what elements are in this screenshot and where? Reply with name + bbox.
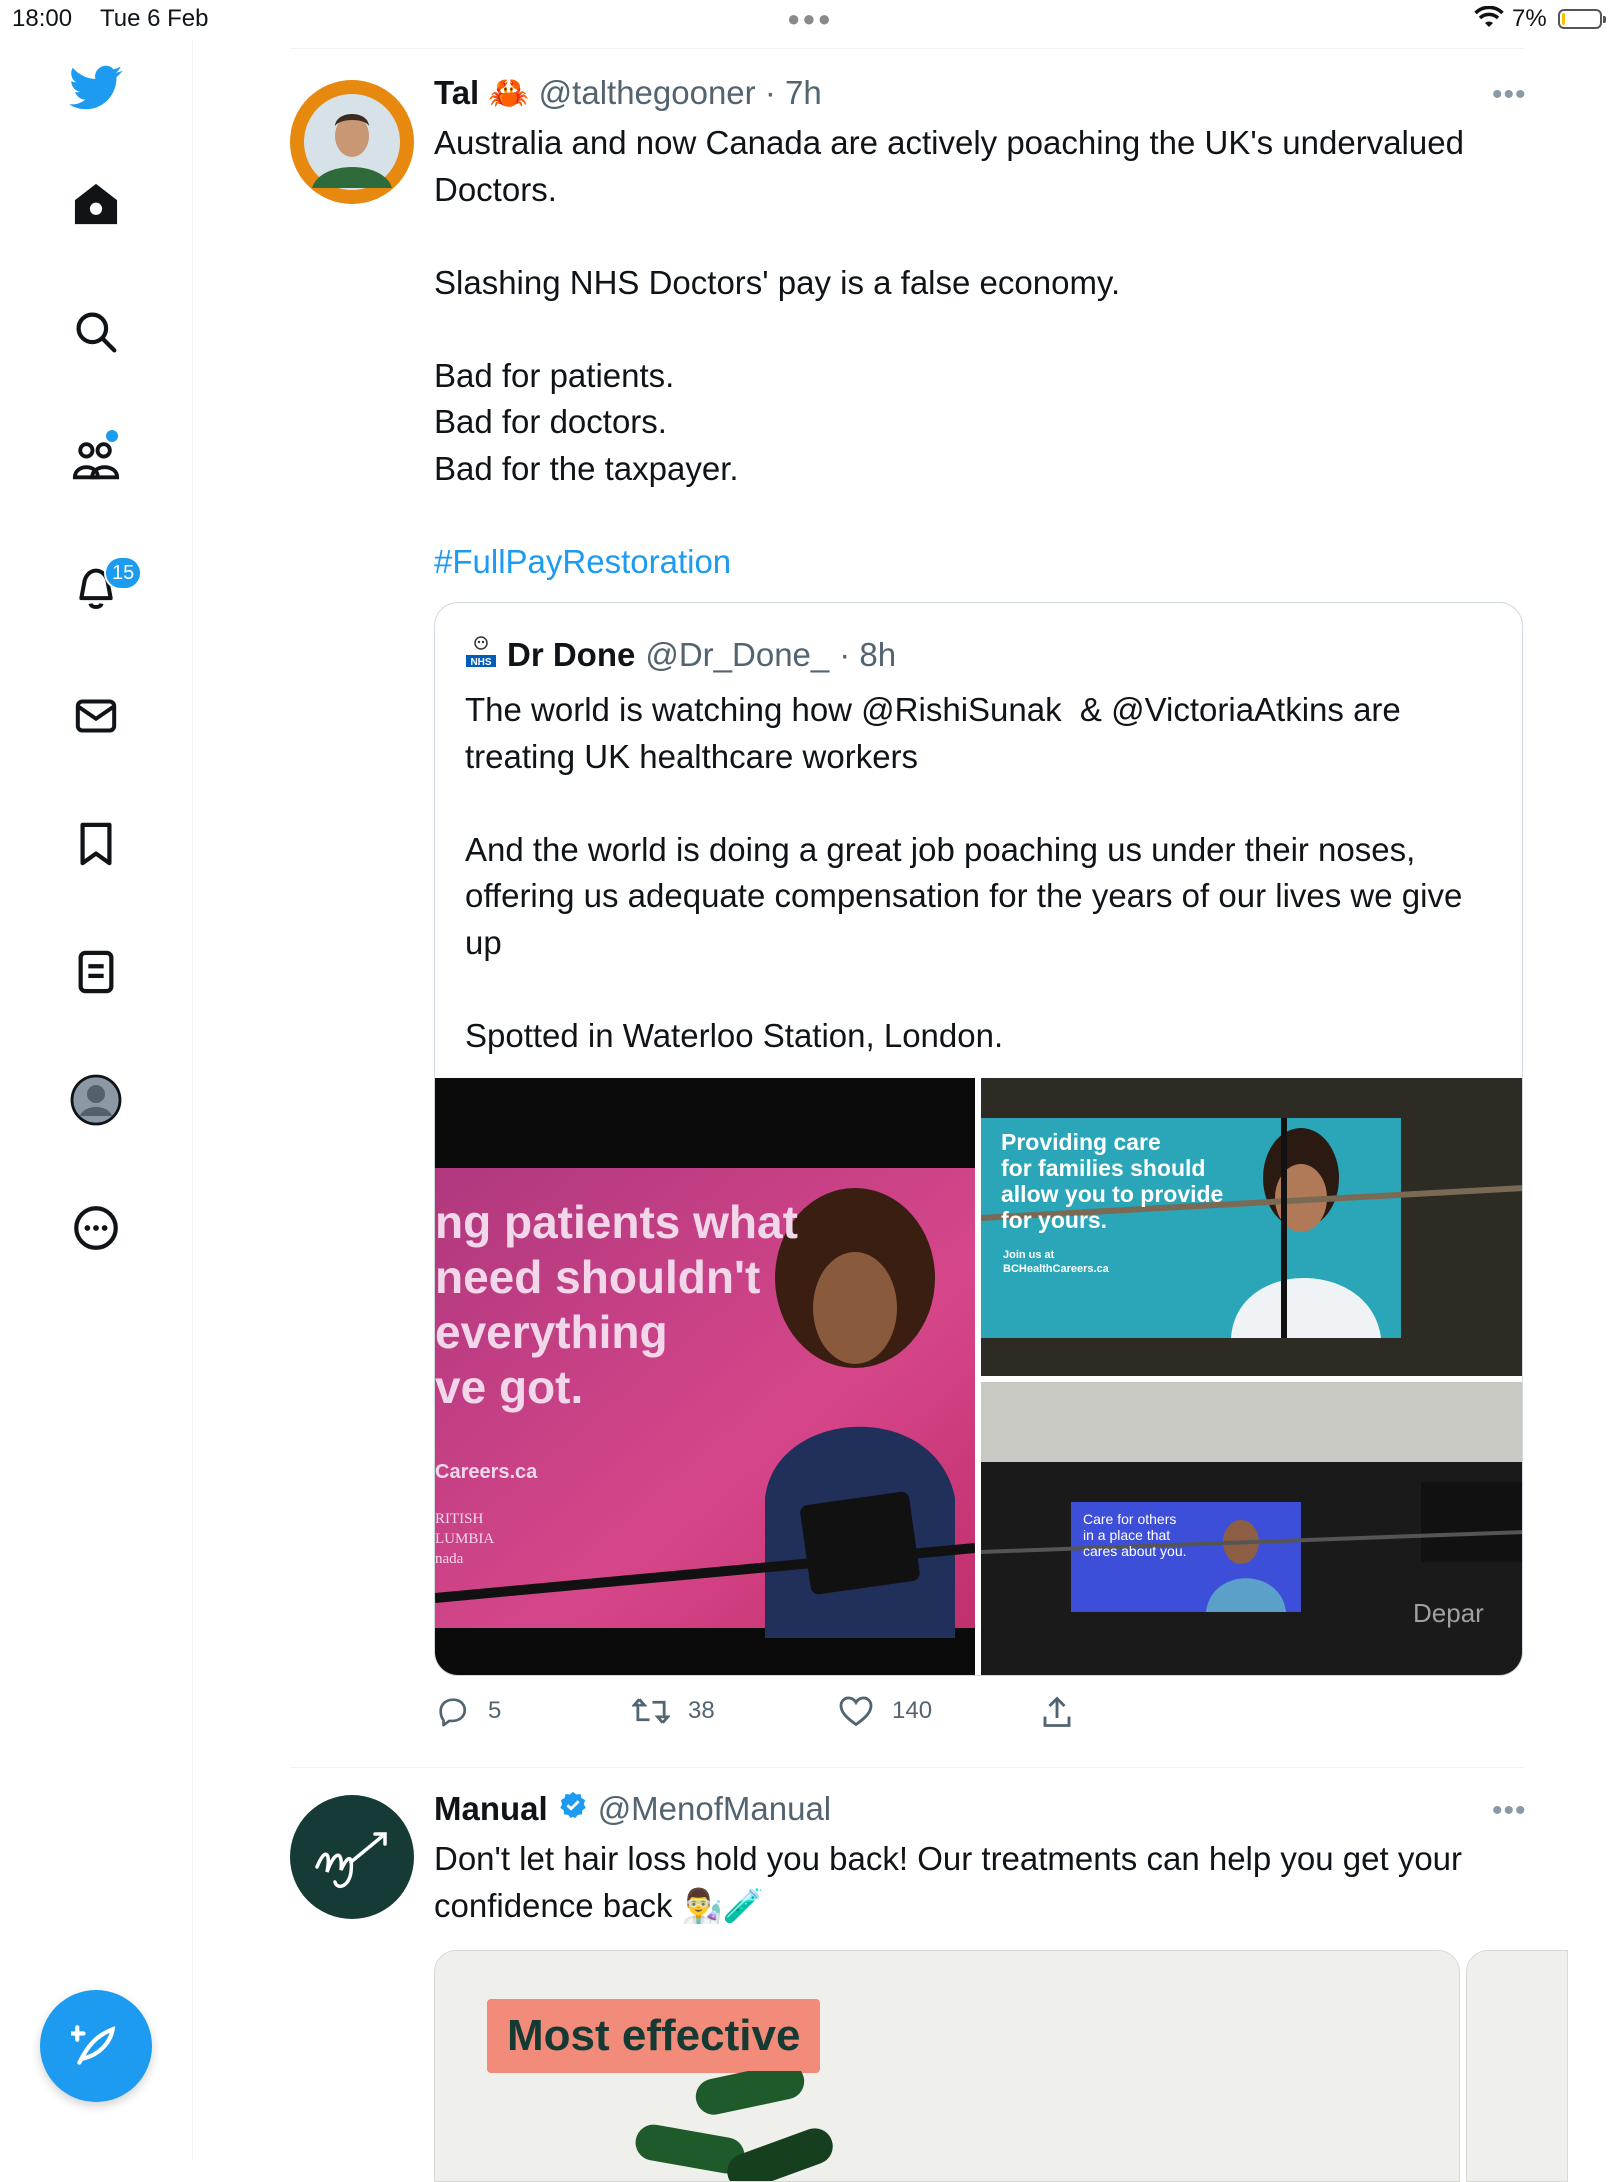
reply-icon <box>439 1698 467 1727</box>
tweet1-hashtag[interactable]: #FullPayRestoration <box>434 543 731 580</box>
bookmark-icon[interactable] <box>66 814 126 874</box>
battery-icon <box>1558 9 1606 29</box>
notification-count-badge: 15 <box>104 556 143 590</box>
ad-label: Most effective <box>487 1999 821 2073</box>
tweet-divider <box>290 1767 1524 1768</box>
img1-line-1: ng patients what <box>435 1196 798 1248</box>
nhs-skull-avatar[interactable]: NHS <box>465 633 497 677</box>
retweet-button[interactable]: 38 <box>632 1694 715 1728</box>
img3-line-2: in a place that <box>1083 1527 1170 1543</box>
tweet1-body: Australia and now Canada are actively po… <box>434 124 1464 487</box>
feed-top-divider <box>290 48 1524 49</box>
like-count: 140 <box>892 1697 933 1724</box>
img1-logo-3: nada <box>435 1551 464 1567</box>
img2-line-2: for families should <box>1001 1155 1205 1181</box>
img3-board: Depar <box>1413 1598 1484 1628</box>
quote-text: The world is watching how @RishiSunak & … <box>465 691 1463 1054</box>
tweet2-author-handle[interactable]: @MenofManual <box>598 1790 831 1828</box>
status-bar: 18:00 Tue 6 Feb ●●● 7% <box>0 0 1620 40</box>
quote-image-1[interactable]: ng patients what need shouldn't everythi… <box>435 1078 975 1675</box>
more-icon[interactable] <box>66 1198 126 1258</box>
tweet1-more-icon[interactable]: ••• <box>1492 78 1527 112</box>
crab-emoji: 🦀 <box>488 74 530 111</box>
compose-button[interactable] <box>40 1990 152 2102</box>
battery-percent: 7% <box>1512 5 1547 32</box>
battery-fill <box>1562 13 1565 25</box>
profile-icon[interactable] <box>66 1070 126 1130</box>
multitasking-dots-icon[interactable]: ●●● <box>787 6 833 32</box>
wifi-icon <box>1474 5 1504 37</box>
pill-capsules-image <box>635 2071 833 2181</box>
retweet-icon <box>632 1698 670 1724</box>
img1-line-2: need shouldn't <box>435 1251 760 1303</box>
tweet1-author-handle[interactable]: @talthegooner <box>539 74 756 111</box>
communities-dot-badge <box>106 430 118 442</box>
tweet2-header: Manual @MenofManual <box>434 1790 831 1828</box>
twitter-bird-icon[interactable] <box>66 58 126 118</box>
status-time: 18:00 <box>12 5 73 32</box>
reply-button[interactable]: 5 <box>434 1694 501 1728</box>
tweet1-header: Tal 🦀 @talthegooner · 7h <box>434 74 822 113</box>
share-icon <box>1043 1696 1071 1727</box>
quoted-tweet[interactable]: NHS Dr Done @Dr_Done_ · 8h The world is … <box>434 602 1523 1676</box>
tweet1-text: Australia and now Canada are actively po… <box>434 120 1524 585</box>
quote-author-name[interactable]: Dr Done <box>507 636 635 674</box>
img3-line-1: Care for others <box>1083 1511 1176 1527</box>
tweet2-more-icon[interactable]: ••• <box>1492 1794 1527 1828</box>
img1-logo-2: LUMBIA <box>435 1531 494 1547</box>
status-date: Tue 6 Feb <box>100 5 209 32</box>
promoted-media-card-next[interactable] <box>1466 1950 1568 2182</box>
img2-line-1: Providing care <box>1001 1129 1161 1155</box>
promoted-media-card[interactable]: Most effective <box>434 1950 1460 2182</box>
img2-line-4: for yours. <box>1001 1207 1107 1233</box>
tweet1-author-name[interactable]: Tal <box>434 74 479 111</box>
img3-line-3: cares about you. <box>1083 1543 1187 1559</box>
heart-icon <box>839 1696 873 1727</box>
svg-text:NHS: NHS <box>470 657 491 668</box>
img1-line-3: everything <box>435 1306 668 1358</box>
tweet2-text: Don't let hair loss hold you back! Our t… <box>434 1840 1472 1924</box>
img2-small-1: Join us at <box>1003 1249 1055 1261</box>
compose-feather-icon <box>71 2025 116 2065</box>
share-button[interactable] <box>1040 1694 1074 1730</box>
search-icon[interactable] <box>66 302 126 362</box>
battery-nub <box>1603 16 1606 23</box>
quote-author-handle[interactable]: @Dr_Done_ <box>645 636 829 674</box>
tweet2-author-name[interactable]: Manual <box>434 1790 548 1828</box>
home-icon[interactable] <box>66 174 126 234</box>
quote-image-2[interactable]: Providing care for families should allow… <box>981 1078 1522 1376</box>
img2-small-2: BCHealthCareers.ca <box>1003 1263 1110 1275</box>
list-icon[interactable] <box>66 942 126 1002</box>
mail-icon[interactable] <box>66 686 126 746</box>
tweet1-timestamp[interactable]: · 7h <box>765 74 822 111</box>
img1-url: Careers.ca <box>435 1461 538 1483</box>
img1-logo-1: RITISH <box>435 1511 484 1527</box>
img2-line-3: allow you to provide <box>1001 1181 1223 1207</box>
quote-timestamp[interactable]: · 8h <box>839 636 896 674</box>
quote-image-3[interactable]: Care for others in a place that cares ab… <box>981 1382 1522 1675</box>
retweet-count: 38 <box>688 1697 715 1724</box>
quoted-tweet-header: NHS Dr Done @Dr_Done_ · 8h <box>465 633 896 677</box>
tal-avatar[interactable] <box>290 80 414 204</box>
img1-line-4: ve got. <box>435 1361 583 1413</box>
reply-count: 5 <box>488 1697 502 1724</box>
manual-avatar[interactable] <box>290 1795 414 1919</box>
like-button[interactable]: 140 <box>838 1694 932 1728</box>
verified-badge-icon <box>558 1790 588 1828</box>
